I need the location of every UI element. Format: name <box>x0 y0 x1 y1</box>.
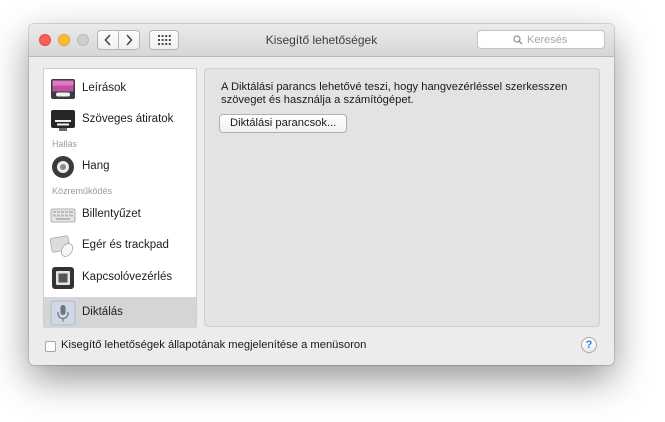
section-header-hearing: Hallás <box>52 139 78 149</box>
search-icon <box>513 35 523 45</box>
checkbox-label[interactable]: Kisegítő lehetőségek állapotának megjele… <box>61 339 366 351</box>
sidebar-item-label: Diktálás <box>82 306 123 318</box>
description-line: szöveget és használja a számítógépet. <box>221 94 414 106</box>
sidebar-item-keyboard[interactable]: Billentyűzet <box>44 199 196 230</box>
section-header-interacting: Közreműködés <box>52 186 113 196</box>
sidebar-item-label: Kapcsolóvezérlés <box>82 271 173 283</box>
zoom-button[interactable] <box>77 34 89 46</box>
speaker-icon <box>52 156 74 178</box>
descriptions-icon <box>51 79 75 99</box>
microphone-icon <box>50 300 76 326</box>
sidebar-item-label: Leírások <box>82 82 127 94</box>
dictation-description: A Diktálási parancs lehetővé teszi, hogy… <box>221 81 591 107</box>
back-button[interactable] <box>97 30 119 50</box>
sidebar-item-label: Billentyűzet <box>82 208 141 220</box>
show-status-in-menubar-checkbox[interactable] <box>45 341 56 352</box>
chevron-right-icon <box>126 34 133 46</box>
grid-icon <box>157 35 171 45</box>
sidebar-item-label: Hang <box>82 160 110 172</box>
forward-button[interactable] <box>118 30 140 50</box>
close-button[interactable] <box>39 34 51 46</box>
sidebar-item-mouse-trackpad[interactable]: Egér és trackpad <box>44 230 196 261</box>
dictation-pane: A Diktálási parancs lehetővé teszi, hogy… <box>204 68 600 327</box>
dictation-commands-button[interactable]: Diktálási parancsok... <box>219 114 348 133</box>
show-all-button[interactable] <box>149 30 179 50</box>
sidebar-item-audio[interactable]: Hang <box>44 151 196 182</box>
sidebar-item-switch-control[interactable]: Kapcsolóvezérlés <box>44 262 196 293</box>
mouse-trackpad-icon <box>50 235 74 257</box>
preferences-window: Kisegítő lehetőségek Keresés Leírások Sz… <box>29 24 614 365</box>
chevron-left-icon <box>104 34 111 46</box>
title-bar: Kisegítő lehetőségek Keresés <box>29 24 614 57</box>
sidebar-item-label: Egér és trackpad <box>82 239 169 251</box>
search-placeholder: Keresés <box>527 34 568 46</box>
help-button[interactable]: ? <box>581 337 597 353</box>
minimize-button[interactable] <box>58 34 70 46</box>
sidebar-item-label: Szöveges átiratok <box>82 113 174 125</box>
window-title: Kisegítő lehetőségek <box>265 33 378 47</box>
search-field[interactable]: Keresés <box>477 30 605 49</box>
keyboard-icon <box>50 208 76 223</box>
switch-control-icon <box>52 267 74 289</box>
captions-icon <box>51 110 75 131</box>
sidebar-item-dictation[interactable]: Diktálás <box>44 297 196 328</box>
sidebar: Leírások Szöveges átiratok Hallás Hang K… <box>43 68 197 328</box>
sidebar-item-captions[interactable]: Szöveges átiratok <box>44 104 196 135</box>
description-line: A Diktálási parancs lehetővé teszi, hogy… <box>221 81 568 93</box>
sidebar-item-descriptions[interactable]: Leírások <box>44 73 196 104</box>
